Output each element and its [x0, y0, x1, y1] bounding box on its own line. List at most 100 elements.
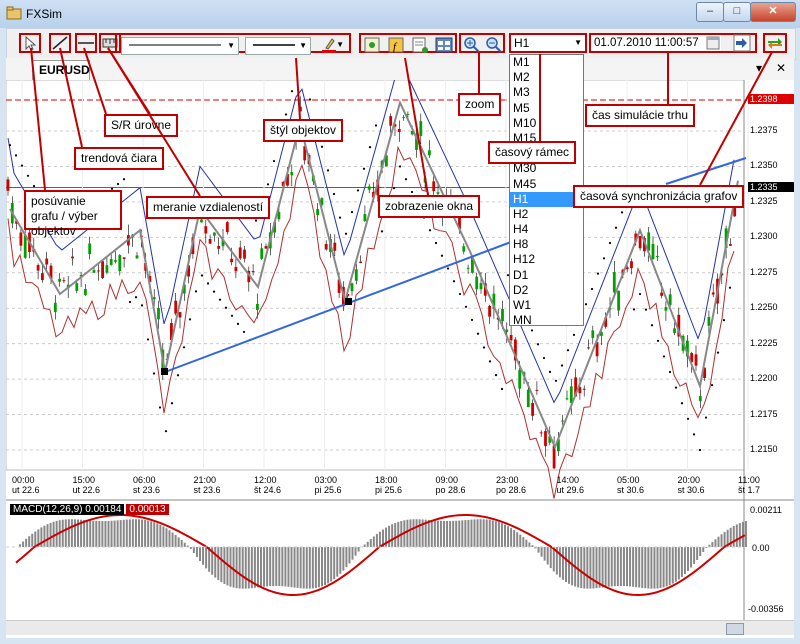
macd-bar: [214, 547, 217, 578]
zoom-out-icon[interactable]: [485, 36, 503, 54]
macd-bar: [287, 547, 290, 587]
macd-bar: [369, 539, 372, 547]
color-picker[interactable]: ▼: [317, 37, 347, 55]
sar-dot: [194, 290, 198, 293]
tab-menu-icon[interactable]: ▾: [756, 61, 762, 75]
candle-body: [299, 106, 302, 112]
sar-dot: [326, 169, 330, 172]
candle-body: [105, 265, 109, 273]
tab-close-icon[interactable]: ✕: [776, 61, 786, 75]
trend-line[interactable]: [164, 241, 512, 373]
timeframe-option[interactable]: M1: [510, 55, 583, 70]
macd-bar: [543, 547, 546, 561]
candle-body: [234, 267, 238, 272]
timeframe-option[interactable]: H4: [510, 222, 583, 237]
sync-charts-button[interactable]: [763, 33, 787, 53]
macd-bar: [744, 521, 747, 547]
macd-bar: [650, 547, 653, 589]
candle-body: [655, 255, 659, 258]
sar-dot: [20, 164, 24, 167]
candle-body: [707, 316, 711, 326]
timeframe-option[interactable]: MN: [510, 313, 583, 328]
macd-bar: [305, 547, 308, 589]
timeframe-option[interactable]: M5: [510, 101, 583, 116]
macd-label-text: MACD(12,26,9): [13, 504, 83, 515]
horizontal-scrollbar[interactable]: [6, 620, 794, 635]
candle-body: [367, 186, 371, 190]
macd-legend: MACD(12,26,9) 0.00184 0.00013: [10, 504, 169, 517]
sar-dot: [146, 338, 150, 341]
macd-bar: [165, 528, 168, 547]
timeframe-option[interactable]: H12: [510, 252, 583, 267]
macd-bar: [256, 547, 259, 588]
tile-windows-icon[interactable]: [435, 36, 453, 54]
timeframe-option[interactable]: D1: [510, 268, 583, 283]
sar-dot: [254, 219, 258, 222]
simulation-time-group: 01.07.2010 11:00:57: [589, 33, 757, 53]
macd-bar: [351, 547, 354, 560]
scrollbar-thumb[interactable]: [726, 623, 744, 635]
new-window-icon[interactable]: [411, 36, 429, 54]
timeframe-option[interactable]: D2: [510, 283, 583, 298]
function-icon[interactable]: f: [387, 36, 405, 54]
timeframe-option[interactable]: H2: [510, 207, 583, 222]
macd-bar: [717, 536, 720, 547]
macd-bar: [244, 547, 247, 589]
sr-level-button[interactable]: [75, 33, 97, 53]
trend-anchor-handle[interactable]: [345, 298, 352, 305]
candle-body: [488, 305, 491, 317]
candle-body: [389, 116, 393, 126]
candle-body: [84, 289, 87, 295]
macd-bar: [629, 547, 632, 587]
trend-line-button[interactable]: [49, 33, 71, 53]
sar-dot: [170, 402, 174, 405]
macd-bar: [336, 547, 339, 577]
macd-bar: [647, 547, 650, 589]
macd-bar: [677, 547, 680, 580]
macd-bar: [141, 519, 144, 547]
timeframe-select[interactable]: H1 ▼: [511, 35, 585, 51]
macd-bar: [537, 547, 540, 553]
macd-bar: [119, 520, 122, 547]
candle-body: [36, 265, 40, 271]
pan-select-button[interactable]: [19, 33, 41, 53]
sar-dot: [140, 304, 144, 307]
calendar-icon[interactable]: [705, 34, 723, 52]
sar-dot: [608, 241, 612, 245]
timeframe-option[interactable]: W1: [510, 298, 583, 313]
timeframe-option[interactable]: H8: [510, 237, 583, 252]
sar-dot: [632, 308, 636, 311]
tab-eurusd[interactable]: EURUSD: [32, 60, 90, 80]
minimize-button[interactable]: –: [696, 2, 724, 22]
sar-dot: [434, 241, 438, 245]
candle-body: [668, 294, 672, 305]
timeframe-option[interactable]: M10: [510, 116, 583, 131]
macd-bar: [443, 520, 445, 547]
macd-bar: [116, 520, 119, 547]
sar-dot: [620, 211, 624, 214]
macd-bar: [436, 520, 439, 547]
step-forward-icon[interactable]: [733, 34, 751, 52]
crosshair-icon[interactable]: [363, 36, 381, 54]
time-tick-label: 14:00 ut 29.6: [556, 475, 585, 495]
trend-anchor-handle[interactable]: [161, 368, 168, 375]
trend-line-upper[interactable]: [665, 157, 747, 185]
candle-body: [582, 388, 586, 390]
line-style-select[interactable]: ▼: [121, 37, 239, 55]
timeframe-option[interactable]: M3: [510, 85, 583, 100]
macd-bar: [217, 547, 220, 581]
time-tick-label: 09:00 po 28.6: [435, 475, 466, 495]
line-width-select[interactable]: ▼: [245, 37, 311, 55]
sar-dot: [230, 314, 234, 317]
maximize-button[interactable]: □: [723, 2, 751, 22]
close-button[interactable]: ✕: [750, 2, 796, 22]
macd-bar: [470, 519, 473, 547]
macd-bar: [525, 539, 528, 547]
sar-dot: [134, 296, 138, 299]
simulation-datetime-field[interactable]: 01.07.2010 11:00:57: [591, 35, 721, 51]
macd-bar: [626, 547, 628, 587]
timeframe-option[interactable]: M2: [510, 70, 583, 85]
zoom-in-icon[interactable]: [463, 36, 481, 54]
macd-bar: [412, 519, 415, 547]
price-tick-label: 1.2250: [750, 302, 778, 313]
